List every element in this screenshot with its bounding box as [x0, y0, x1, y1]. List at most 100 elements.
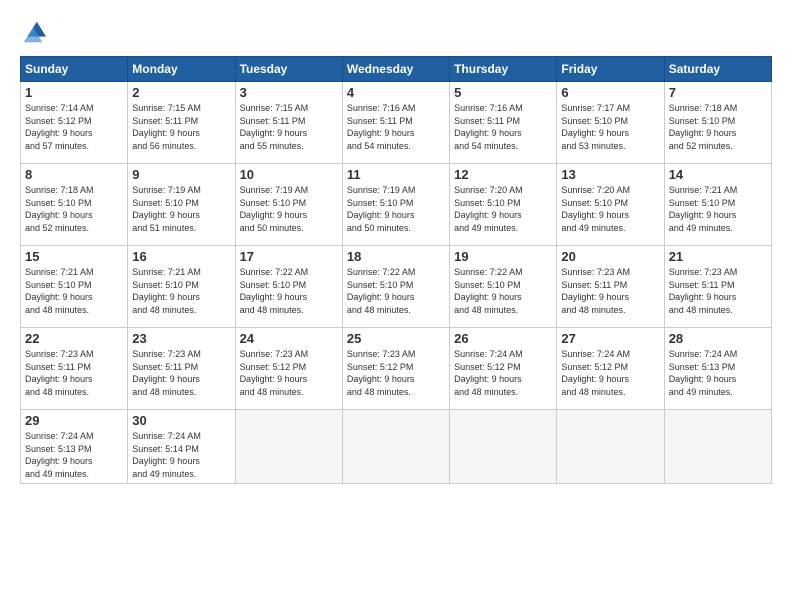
day-number: 16: [132, 249, 230, 264]
day-info: Sunrise: 7:16 AM Sunset: 5:11 PM Dayligh…: [347, 102, 445, 152]
day-info: Sunrise: 7:23 AM Sunset: 5:11 PM Dayligh…: [561, 266, 659, 316]
day-number: 10: [240, 167, 338, 182]
day-number: 8: [25, 167, 123, 182]
day-info: Sunrise: 7:21 AM Sunset: 5:10 PM Dayligh…: [669, 184, 767, 234]
day-number: 27: [561, 331, 659, 346]
calendar-cell: [342, 410, 449, 484]
day-info: Sunrise: 7:21 AM Sunset: 5:10 PM Dayligh…: [132, 266, 230, 316]
day-info: Sunrise: 7:23 AM Sunset: 5:11 PM Dayligh…: [132, 348, 230, 398]
calendar-cell: [235, 410, 342, 484]
calendar-cell: 22 Sunrise: 7:23 AM Sunset: 5:11 PM Dayl…: [21, 328, 128, 410]
calendar-cell: 27 Sunrise: 7:24 AM Sunset: 5:12 PM Dayl…: [557, 328, 664, 410]
day-info: Sunrise: 7:23 AM Sunset: 5:11 PM Dayligh…: [669, 266, 767, 316]
day-number: 1: [25, 85, 123, 100]
day-info: Sunrise: 7:22 AM Sunset: 5:10 PM Dayligh…: [347, 266, 445, 316]
day-number: 28: [669, 331, 767, 346]
calendar: SundayMondayTuesdayWednesdayThursdayFrid…: [20, 56, 772, 484]
calendar-week-row: 1 Sunrise: 7:14 AM Sunset: 5:12 PM Dayli…: [21, 82, 772, 164]
calendar-cell: 16 Sunrise: 7:21 AM Sunset: 5:10 PM Dayl…: [128, 246, 235, 328]
calendar-cell: 17 Sunrise: 7:22 AM Sunset: 5:10 PM Dayl…: [235, 246, 342, 328]
calendar-cell: 19 Sunrise: 7:22 AM Sunset: 5:10 PM Dayl…: [450, 246, 557, 328]
calendar-cell: 12 Sunrise: 7:20 AM Sunset: 5:10 PM Dayl…: [450, 164, 557, 246]
day-number: 3: [240, 85, 338, 100]
calendar-week-row: 8 Sunrise: 7:18 AM Sunset: 5:10 PM Dayli…: [21, 164, 772, 246]
day-number: 12: [454, 167, 552, 182]
day-info: Sunrise: 7:17 AM Sunset: 5:10 PM Dayligh…: [561, 102, 659, 152]
calendar-cell: 8 Sunrise: 7:18 AM Sunset: 5:10 PM Dayli…: [21, 164, 128, 246]
calendar-cell: 28 Sunrise: 7:24 AM Sunset: 5:13 PM Dayl…: [664, 328, 771, 410]
calendar-cell: [557, 410, 664, 484]
day-number: 30: [132, 413, 230, 428]
day-number: 23: [132, 331, 230, 346]
day-number: 18: [347, 249, 445, 264]
day-info: Sunrise: 7:24 AM Sunset: 5:12 PM Dayligh…: [561, 348, 659, 398]
calendar-cell: 3 Sunrise: 7:15 AM Sunset: 5:11 PM Dayli…: [235, 82, 342, 164]
calendar-cell: 21 Sunrise: 7:23 AM Sunset: 5:11 PM Dayl…: [664, 246, 771, 328]
calendar-cell: 29 Sunrise: 7:24 AM Sunset: 5:13 PM Dayl…: [21, 410, 128, 484]
calendar-header-row: SundayMondayTuesdayWednesdayThursdayFrid…: [21, 57, 772, 82]
day-number: 13: [561, 167, 659, 182]
day-info: Sunrise: 7:20 AM Sunset: 5:10 PM Dayligh…: [561, 184, 659, 234]
calendar-cell: 11 Sunrise: 7:19 AM Sunset: 5:10 PM Dayl…: [342, 164, 449, 246]
day-info: Sunrise: 7:15 AM Sunset: 5:11 PM Dayligh…: [240, 102, 338, 152]
day-number: 22: [25, 331, 123, 346]
day-number: 21: [669, 249, 767, 264]
calendar-cell: 14 Sunrise: 7:21 AM Sunset: 5:10 PM Dayl…: [664, 164, 771, 246]
weekday-header-tuesday: Tuesday: [235, 57, 342, 82]
day-number: 24: [240, 331, 338, 346]
calendar-cell: 20 Sunrise: 7:23 AM Sunset: 5:11 PM Dayl…: [557, 246, 664, 328]
day-number: 17: [240, 249, 338, 264]
day-info: Sunrise: 7:19 AM Sunset: 5:10 PM Dayligh…: [132, 184, 230, 234]
day-number: 25: [347, 331, 445, 346]
day-info: Sunrise: 7:18 AM Sunset: 5:10 PM Dayligh…: [25, 184, 123, 234]
day-info: Sunrise: 7:19 AM Sunset: 5:10 PM Dayligh…: [347, 184, 445, 234]
weekday-header-saturday: Saturday: [664, 57, 771, 82]
day-number: 9: [132, 167, 230, 182]
logo-icon: [20, 18, 48, 46]
logo: [20, 18, 52, 46]
day-info: Sunrise: 7:22 AM Sunset: 5:10 PM Dayligh…: [454, 266, 552, 316]
calendar-cell: 13 Sunrise: 7:20 AM Sunset: 5:10 PM Dayl…: [557, 164, 664, 246]
weekday-header-friday: Friday: [557, 57, 664, 82]
weekday-header-thursday: Thursday: [450, 57, 557, 82]
weekday-header-monday: Monday: [128, 57, 235, 82]
day-number: 19: [454, 249, 552, 264]
day-info: Sunrise: 7:24 AM Sunset: 5:14 PM Dayligh…: [132, 430, 230, 480]
calendar-cell: 25 Sunrise: 7:23 AM Sunset: 5:12 PM Dayl…: [342, 328, 449, 410]
calendar-cell: 30 Sunrise: 7:24 AM Sunset: 5:14 PM Dayl…: [128, 410, 235, 484]
day-info: Sunrise: 7:15 AM Sunset: 5:11 PM Dayligh…: [132, 102, 230, 152]
day-info: Sunrise: 7:23 AM Sunset: 5:11 PM Dayligh…: [25, 348, 123, 398]
calendar-cell: 15 Sunrise: 7:21 AM Sunset: 5:10 PM Dayl…: [21, 246, 128, 328]
day-info: Sunrise: 7:24 AM Sunset: 5:12 PM Dayligh…: [454, 348, 552, 398]
calendar-cell: 24 Sunrise: 7:23 AM Sunset: 5:12 PM Dayl…: [235, 328, 342, 410]
day-info: Sunrise: 7:24 AM Sunset: 5:13 PM Dayligh…: [25, 430, 123, 480]
day-number: 15: [25, 249, 123, 264]
calendar-cell: 4 Sunrise: 7:16 AM Sunset: 5:11 PM Dayli…: [342, 82, 449, 164]
day-info: Sunrise: 7:24 AM Sunset: 5:13 PM Dayligh…: [669, 348, 767, 398]
calendar-cell: 5 Sunrise: 7:16 AM Sunset: 5:11 PM Dayli…: [450, 82, 557, 164]
day-number: 14: [669, 167, 767, 182]
day-info: Sunrise: 7:19 AM Sunset: 5:10 PM Dayligh…: [240, 184, 338, 234]
calendar-cell: 2 Sunrise: 7:15 AM Sunset: 5:11 PM Dayli…: [128, 82, 235, 164]
day-info: Sunrise: 7:23 AM Sunset: 5:12 PM Dayligh…: [347, 348, 445, 398]
calendar-cell: 1 Sunrise: 7:14 AM Sunset: 5:12 PM Dayli…: [21, 82, 128, 164]
day-number: 4: [347, 85, 445, 100]
day-number: 7: [669, 85, 767, 100]
day-info: Sunrise: 7:16 AM Sunset: 5:11 PM Dayligh…: [454, 102, 552, 152]
weekday-header-sunday: Sunday: [21, 57, 128, 82]
calendar-cell: 18 Sunrise: 7:22 AM Sunset: 5:10 PM Dayl…: [342, 246, 449, 328]
day-number: 6: [561, 85, 659, 100]
calendar-cell: 6 Sunrise: 7:17 AM Sunset: 5:10 PM Dayli…: [557, 82, 664, 164]
calendar-cell: [664, 410, 771, 484]
calendar-week-row: 29 Sunrise: 7:24 AM Sunset: 5:13 PM Dayl…: [21, 410, 772, 484]
day-number: 11: [347, 167, 445, 182]
calendar-cell: 9 Sunrise: 7:19 AM Sunset: 5:10 PM Dayli…: [128, 164, 235, 246]
calendar-cell: [450, 410, 557, 484]
day-info: Sunrise: 7:20 AM Sunset: 5:10 PM Dayligh…: [454, 184, 552, 234]
day-info: Sunrise: 7:22 AM Sunset: 5:10 PM Dayligh…: [240, 266, 338, 316]
calendar-cell: 23 Sunrise: 7:23 AM Sunset: 5:11 PM Dayl…: [128, 328, 235, 410]
weekday-header-wednesday: Wednesday: [342, 57, 449, 82]
day-number: 29: [25, 413, 123, 428]
day-number: 26: [454, 331, 552, 346]
day-info: Sunrise: 7:23 AM Sunset: 5:12 PM Dayligh…: [240, 348, 338, 398]
